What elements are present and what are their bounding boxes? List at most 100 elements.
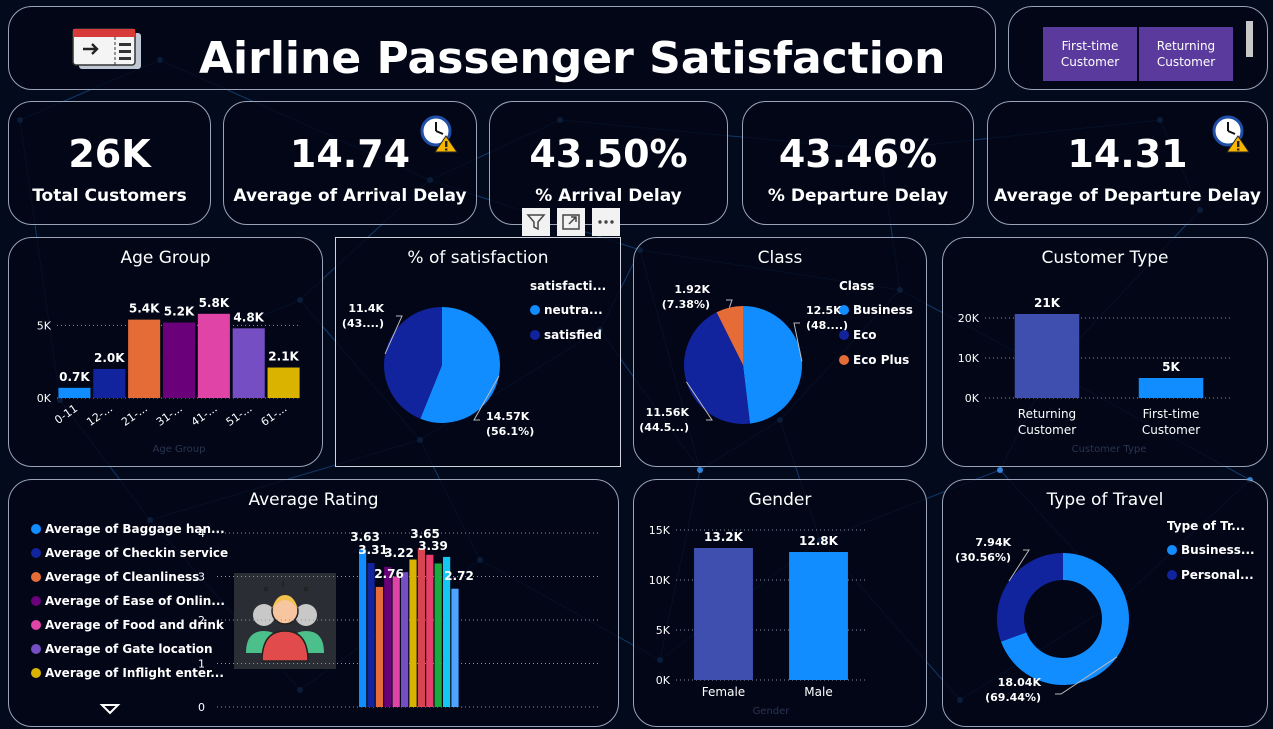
kpi-label: Total Customers [32,186,187,206]
kpi-label: Average of Arrival Delay [233,186,467,206]
y-tick-label: 1 [198,658,205,671]
bar[interactable] [434,563,442,707]
y-tick-label: 5K [656,624,671,637]
bar[interactable] [162,322,196,398]
bar[interactable] [232,328,265,398]
kpi-value: 26K [68,132,151,176]
x-tick-label: 41-... [189,402,220,429]
bar[interactable] [409,559,417,707]
bar[interactable] [267,367,300,398]
visual-toolbar [522,208,620,236]
data-label: 2.1K [268,350,299,364]
pie-slice[interactable] [997,553,1063,642]
bar[interactable] [128,319,161,398]
bar[interactable] [384,566,392,707]
y-tick-label: 10K [649,574,671,587]
legend-label[interactable]: satisfied [544,328,602,342]
legend-label[interactable]: Eco [853,328,877,342]
x-tick-label: Male [804,685,832,699]
data-label: 2.72 [444,569,474,583]
data-label: 11.56K [646,406,690,419]
data-label: 12.8K [799,534,839,548]
data-label: 5.2K [164,305,195,319]
kpi-value: 43.50% [529,132,688,176]
data-label: 3.63 [350,530,380,544]
data-label-pct: (43....) [342,317,384,330]
x-tick-label: Customer [1142,423,1200,437]
bar[interactable] [426,554,434,707]
legend-title: Class [839,279,874,293]
pie-slice[interactable] [743,306,802,424]
x-axis-title: Gender [753,706,791,717]
x-tick-label: 61-... [259,402,290,429]
bar[interactable] [197,313,230,398]
data-label: 11.4K [348,302,384,315]
bar[interactable] [401,572,409,707]
y-tick-label: 0 [198,701,205,714]
class-chart: 12.5K (48....) 11.56K (44.5...) 1.92K (7.38%)… [639,279,913,434]
data-label: 5K [1162,360,1180,374]
more-options-icon[interactable] [592,208,620,236]
data-label-pct: (56.1%) [486,425,534,438]
legend-label[interactable]: Personal... [1181,568,1254,582]
legend-label[interactable]: Business [853,303,913,317]
x-axis-title: Customer Type [1072,444,1147,455]
kpi-label: Average of Departure Delay [994,186,1261,206]
first-time-customer-button[interactable]: First-time Customer [1043,27,1137,81]
kpi-value: 43.46% [778,132,938,176]
x-tick-label: 0-11 [52,402,80,427]
x-tick-label: Returning [1018,407,1076,421]
filter-icon[interactable] [522,208,550,236]
bar[interactable] [93,368,126,398]
legend-marker [1167,545,1177,555]
bar[interactable] [789,552,848,680]
average-rating-card: Average Rating Average of Baggage han...… [8,479,619,727]
data-label: 3.22 [384,546,414,560]
bar[interactable] [1014,314,1080,398]
bar[interactable] [694,548,753,680]
data-label-pct: (30.56%) [955,551,1011,564]
x-tick-label: First-time [1143,407,1200,421]
bar[interactable] [375,586,383,707]
x-tick-label: Customer [1018,423,1076,437]
y-tick-label: 3 [198,571,205,584]
bar[interactable] [1138,378,1204,398]
data-label: 4.8K [233,310,264,324]
age-group-chart: 0K 5K 0.7K 0-11 2.0K 12-... 5.4K 21-... 5.2K 31-.… [37,296,301,455]
legend-marker [839,305,849,315]
data-label: 5.8K [199,296,230,310]
y-tick-label: 20K [958,312,980,325]
y-tick-label: 2 [198,614,205,627]
data-label: 14.57K [486,410,530,423]
type-of-travel-chart: 18.04K (69.44%) 7.94K (30.56%) Type of Tr...… [955,519,1255,704]
data-label: 21K [1034,296,1061,310]
data-label: 2.0K [94,351,125,365]
gender-card: Gender 0K 5K 10K 15K 13.2K Female 12.8K Male Gen… [633,479,927,727]
kpi-average-arrival-delay: 14.74 Average of Arrival Delay [223,101,477,225]
y-tick-label: 0K [965,392,980,405]
legend-title: satisfacti... [530,279,606,293]
bar[interactable] [58,387,91,398]
x-axis-title: Age Group [153,444,206,455]
focus-mode-icon[interactable] [557,208,585,236]
legend-marker [839,355,849,365]
bar[interactable] [367,563,375,707]
satisfaction-chart: 14.57K (56.1%) 11.4K (43....) satisfacti... n… [342,279,606,438]
slicer-scrollbar[interactable] [1246,21,1253,57]
bar[interactable] [392,576,400,708]
x-tick-label: Female [702,685,745,699]
kpi-average-departure-delay: 14.31 Average of Departure Delay [987,101,1268,225]
bar[interactable] [451,588,459,707]
bar[interactable] [417,548,425,707]
data-label: 13.2K [704,530,744,544]
legend-label[interactable]: Eco Plus [853,353,909,367]
bar[interactable] [359,549,367,707]
returning-customer-button[interactable]: Returning Customer [1139,27,1233,81]
leader-line [726,299,733,308]
kpi-label: % Arrival Delay [535,186,682,206]
airline-ticket-icon [72,28,141,69]
average-rating-chart: 01234 3.633.312.763.223.653.392.72 [198,527,601,714]
legend-label[interactable]: neutra... [544,303,603,317]
legend-label[interactable]: Business... [1181,543,1255,557]
data-label-pct: (48....) [806,319,848,332]
